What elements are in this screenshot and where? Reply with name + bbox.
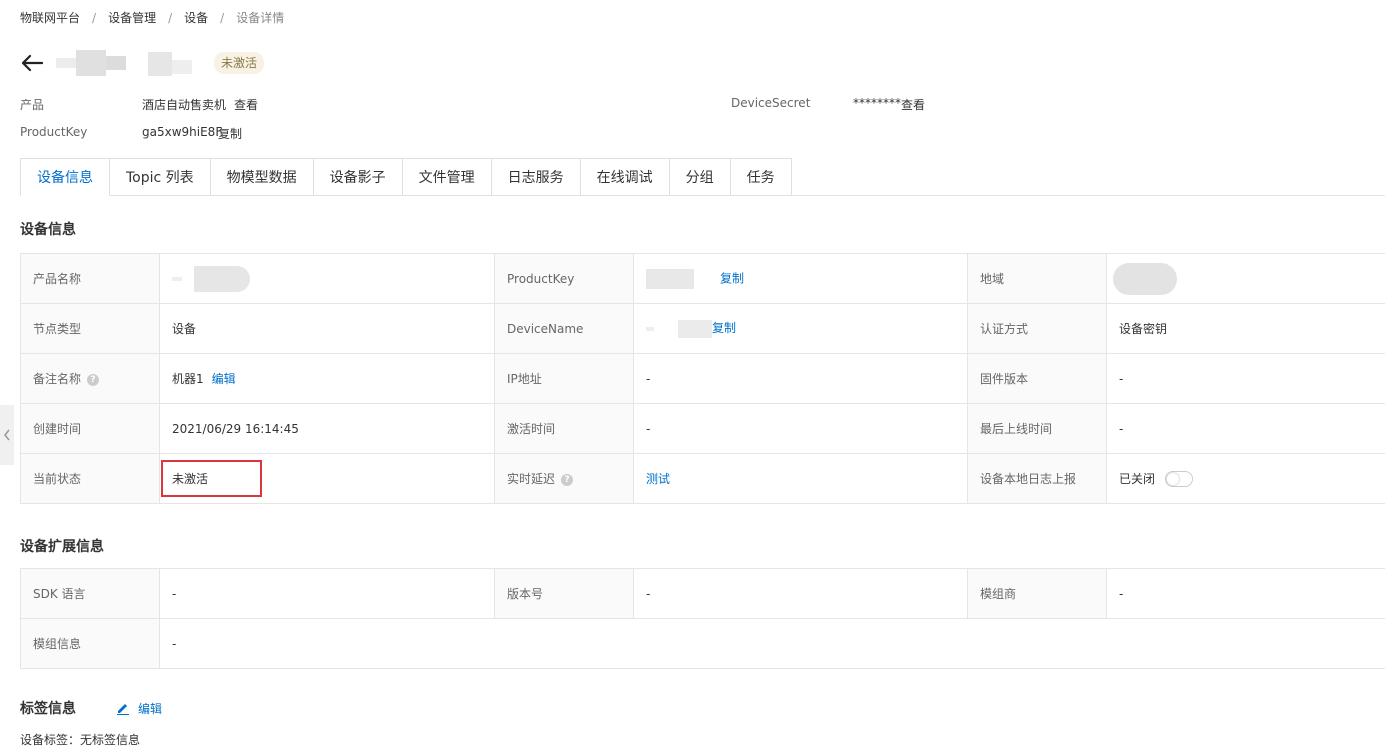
node-type-label: 节点类型 (20, 303, 160, 354)
local-log-value: 已关闭 (1106, 453, 1385, 504)
tab-online-debug[interactable]: 在线调试 (580, 158, 670, 196)
module-info-label: 模组信息 (20, 618, 160, 669)
breadcrumb-item-iot-platform[interactable]: 物联网平台 (20, 9, 80, 26)
version-value: - (633, 568, 968, 619)
copy-devicename-button[interactable]: 复制 (712, 321, 736, 335)
productkey-cell-value: 复制 (633, 253, 968, 304)
copy-productkey-button[interactable]: 复制 (720, 271, 744, 285)
devicename-label: DeviceName (494, 303, 634, 354)
test-latency-link[interactable]: 测试 (646, 472, 670, 486)
tag-info-title: 标签信息 (20, 701, 76, 717)
breadcrumb-separator: / (220, 10, 225, 25)
auth-method-label: 认证方式 (967, 303, 1107, 354)
page-header: 未激活 (20, 48, 265, 78)
devicename-value: 复制 (633, 303, 968, 354)
table-row: 产品名称 ProductKey 复制 地域 (20, 253, 1385, 304)
module-info-value: - (159, 618, 1385, 669)
tab-group[interactable]: 分组 (669, 158, 731, 196)
tab-bar: 设备信息 Topic 列表 物模型数据 设备影子 文件管理 日志服务 在线调试 … (20, 158, 792, 196)
chevron-left-icon (4, 429, 10, 441)
module-vendor-label: 模组商 (967, 568, 1107, 619)
status-badge: 未激活 (214, 52, 265, 74)
latency-value: 测试 (633, 453, 968, 504)
module-vendor-value: - (1106, 568, 1385, 619)
region-label: 地域 (967, 253, 1107, 304)
local-log-label: 设备本地日志上报 (967, 453, 1107, 504)
breadcrumb-separator: / (168, 10, 173, 25)
help-icon[interactable]: ? (87, 373, 100, 386)
tab-task[interactable]: 任务 (730, 158, 792, 196)
table-row: 模组信息 - (20, 618, 1385, 669)
breadcrumb: 物联网平台 / 设备管理 / 设备 / 设备详情 (20, 9, 284, 26)
current-status-label: 当前状态 (20, 453, 160, 504)
auth-method-value: 设备密钥 (1106, 303, 1385, 354)
ip-address-label: IP地址 (494, 353, 634, 404)
activated-time-value: - (633, 403, 968, 454)
product-name-label: 产品名称 (20, 253, 160, 304)
productkey-cell-label: ProductKey (494, 253, 634, 304)
breadcrumb-item-device-detail: 设备详情 (236, 11, 285, 25)
tab-topic-list[interactable]: Topic 列表 (110, 158, 211, 196)
breadcrumb-item-device[interactable]: 设备 (184, 9, 208, 26)
region-value (1106, 253, 1385, 304)
current-status-value: 未激活 (159, 453, 495, 504)
last-online-label: 最后上线时间 (967, 403, 1107, 454)
sdk-language-value: - (159, 568, 495, 619)
productkey-value: ga5xw9hiE8F (142, 125, 223, 139)
collapse-sidebar-handle[interactable] (0, 405, 14, 465)
version-label: 版本号 (494, 568, 634, 619)
view-product-link[interactable]: 查看 (234, 96, 258, 113)
device-tags-label: 设备标签： (20, 733, 81, 747)
last-online-value: - (1106, 403, 1385, 454)
edit-remark-button[interactable]: 编辑 (212, 372, 236, 386)
latency-label: 实时延迟? (494, 453, 634, 504)
tab-device-shadow[interactable]: 设备影子 (313, 158, 403, 196)
productkey-label: ProductKey (20, 125, 88, 139)
devicesecret-value: ******** (853, 96, 901, 110)
device-meta: 产品 酒店自动售卖机 查看 ProductKey ga5xw9hiE8F 复制 … (20, 96, 1020, 146)
tab-log-service[interactable]: 日志服务 (491, 158, 581, 196)
device-name-masked (52, 48, 202, 78)
created-time-value: 2021/06/29 16:14:45 (159, 403, 495, 454)
edit-tags-label: 编辑 (138, 701, 163, 716)
tab-file-management[interactable]: 文件管理 (402, 158, 492, 196)
help-icon[interactable]: ? (561, 473, 574, 486)
sdk-language-label: SDK 语言 (20, 568, 160, 619)
view-devicesecret-link[interactable]: 查看 (901, 96, 925, 113)
firmware-version-value: - (1106, 353, 1385, 404)
devicesecret-label: DeviceSecret (731, 96, 811, 110)
local-log-toggle[interactable] (1165, 471, 1194, 488)
product-value: 酒店自动售卖机 (142, 98, 227, 112)
product-label: 产品 (20, 98, 45, 112)
device-tags: 设备标签：无标签信息 (20, 731, 140, 748)
copy-productkey-link[interactable]: 复制 (218, 125, 242, 142)
ext-info-table: SDK 语言 - 版本号 - 模组商 - 模组信息 - (20, 568, 1385, 669)
table-row: 创建时间 2021/06/29 16:14:45 激活时间 - 最后上线时间 - (20, 403, 1385, 454)
device-tags-value: 无标签信息 (80, 733, 141, 747)
pencil-icon (117, 704, 129, 715)
table-row: 节点类型 设备 DeviceName 复制 认证方式 设备密钥 (20, 303, 1385, 354)
edit-tags-button[interactable]: 编辑 (116, 700, 162, 717)
tag-section-header: 标签信息 编辑 (20, 698, 162, 718)
firmware-version-label: 固件版本 (967, 353, 1107, 404)
back-arrow-icon[interactable] (20, 51, 44, 75)
ext-info-title: 设备扩展信息 (20, 539, 104, 555)
remark-name-value: 机器1 编辑 (159, 353, 495, 404)
table-row: 备注名称? 机器1 编辑 IP地址 - 固件版本 - (20, 353, 1385, 404)
tab-thing-model-data[interactable]: 物模型数据 (210, 158, 314, 196)
table-row: 当前状态 未激活 实时延迟? 测试 设备本地日志上报 已关闭 (20, 453, 1385, 504)
breadcrumb-separator: / (92, 10, 97, 25)
ip-address-value: - (633, 353, 968, 404)
tab-device-info[interactable]: 设备信息 (20, 158, 110, 196)
breadcrumb-item-device-management[interactable]: 设备管理 (108, 9, 156, 26)
table-row: SDK 语言 - 版本号 - 模组商 - (20, 568, 1385, 619)
activated-time-label: 激活时间 (494, 403, 634, 454)
remark-name-label: 备注名称? (20, 353, 160, 404)
created-time-label: 创建时间 (20, 403, 160, 454)
product-name-value (159, 253, 495, 304)
device-info-title: 设备信息 (20, 222, 76, 238)
node-type-value: 设备 (159, 303, 495, 354)
device-info-table: 产品名称 ProductKey 复制 地域 节点类型 设备 DeviceName… (20, 253, 1385, 504)
